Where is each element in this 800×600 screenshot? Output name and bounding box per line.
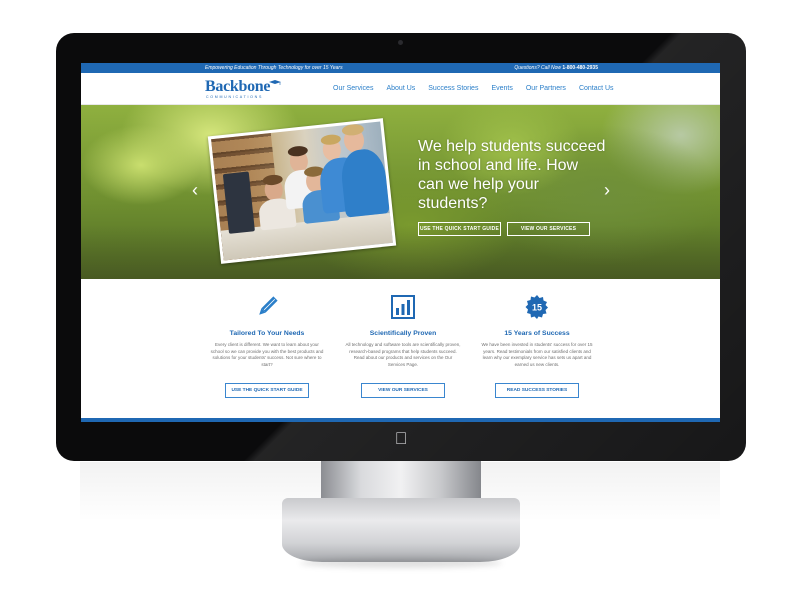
main-nav: Our Services About Us Success Stories Ev… — [333, 85, 627, 92]
hero-headline: We help students succeed in school and l… — [418, 138, 606, 212]
nav-our-services[interactable]: Our Services — [333, 85, 373, 92]
site-header: Backbone COMMUNICATIONS Our Services Abo… — [81, 73, 720, 105]
graduation-cap-icon — [269, 80, 281, 85]
camera-icon — [398, 40, 403, 45]
hero-shade — [81, 225, 720, 279]
feature-view-services-button[interactable]: VIEW OUR SERVICES — [361, 383, 445, 398]
features-section: Tailored To Your Needs Every client is d… — [81, 279, 720, 418]
nav-about-us[interactable]: About Us — [386, 85, 415, 92]
feature-description: We have been invested in students' succe… — [481, 342, 593, 367]
brand-name: Backbone — [205, 78, 271, 95]
monitor-screen: Empowering Education Through Technology … — [81, 63, 720, 422]
brand-subtitle: COMMUNICATIONS — [206, 95, 264, 99]
feature-title: 15 Years of Success — [504, 330, 570, 337]
view-services-button[interactable]: VIEW OUR SERVICES — [507, 222, 590, 236]
call-now: Questions? Call Now 1-800-480-2935 — [514, 65, 598, 71]
feature-title: Scientifically Proven — [369, 330, 437, 337]
feature-description: All technology and software tools are sc… — [345, 342, 461, 367]
brand-logo[interactable]: Backbone COMMUNICATIONS — [205, 79, 287, 101]
bar-chart-icon — [391, 295, 415, 319]
pencil-icon — [259, 296, 278, 315]
nav-our-partners[interactable]: Our Partners — [526, 85, 566, 92]
feature-title: Tailored To Your Needs — [229, 330, 305, 337]
badge-15-icon: 15 — [525, 295, 548, 319]
top-info-bar: Empowering Education Through Technology … — [81, 63, 720, 73]
stand-shadow — [300, 558, 502, 568]
nav-contact-us[interactable]: Contact Us — [579, 85, 614, 92]
nav-events[interactable]: Events — [491, 85, 512, 92]
feature-success-stories-button[interactable]: READ SUCCESS STORIES — [495, 383, 579, 398]
hero-photo-students — [207, 118, 397, 264]
photo-person-shirt — [339, 147, 390, 218]
chevron-left-icon[interactable]: ‹ — [189, 181, 201, 199]
call-now-label: Questions? Call Now — [514, 65, 562, 71]
monitor-stand-base — [282, 498, 520, 562]
nav-success-stories[interactable]: Success Stories — [428, 85, 478, 92]
quick-start-guide-button[interactable]: USE THE QUICK START GUIDE — [418, 222, 501, 236]
feature-description: Every client is different. We want to le… — [210, 342, 324, 367]
apple-logo-icon:  — [392, 430, 410, 448]
phone-number[interactable]: 1-800-480-2935 — [562, 65, 598, 71]
hero-slider: ‹ › We help students succeed in school a… — [81, 105, 720, 279]
badge-number: 15 — [532, 303, 542, 313]
photo-image — [211, 121, 393, 261]
feature-quick-start-button[interactable]: USE THE QUICK START GUIDE — [225, 383, 309, 398]
bottom-bar — [81, 418, 720, 422]
tagline: Empowering Education Through Technology … — [205, 65, 343, 71]
